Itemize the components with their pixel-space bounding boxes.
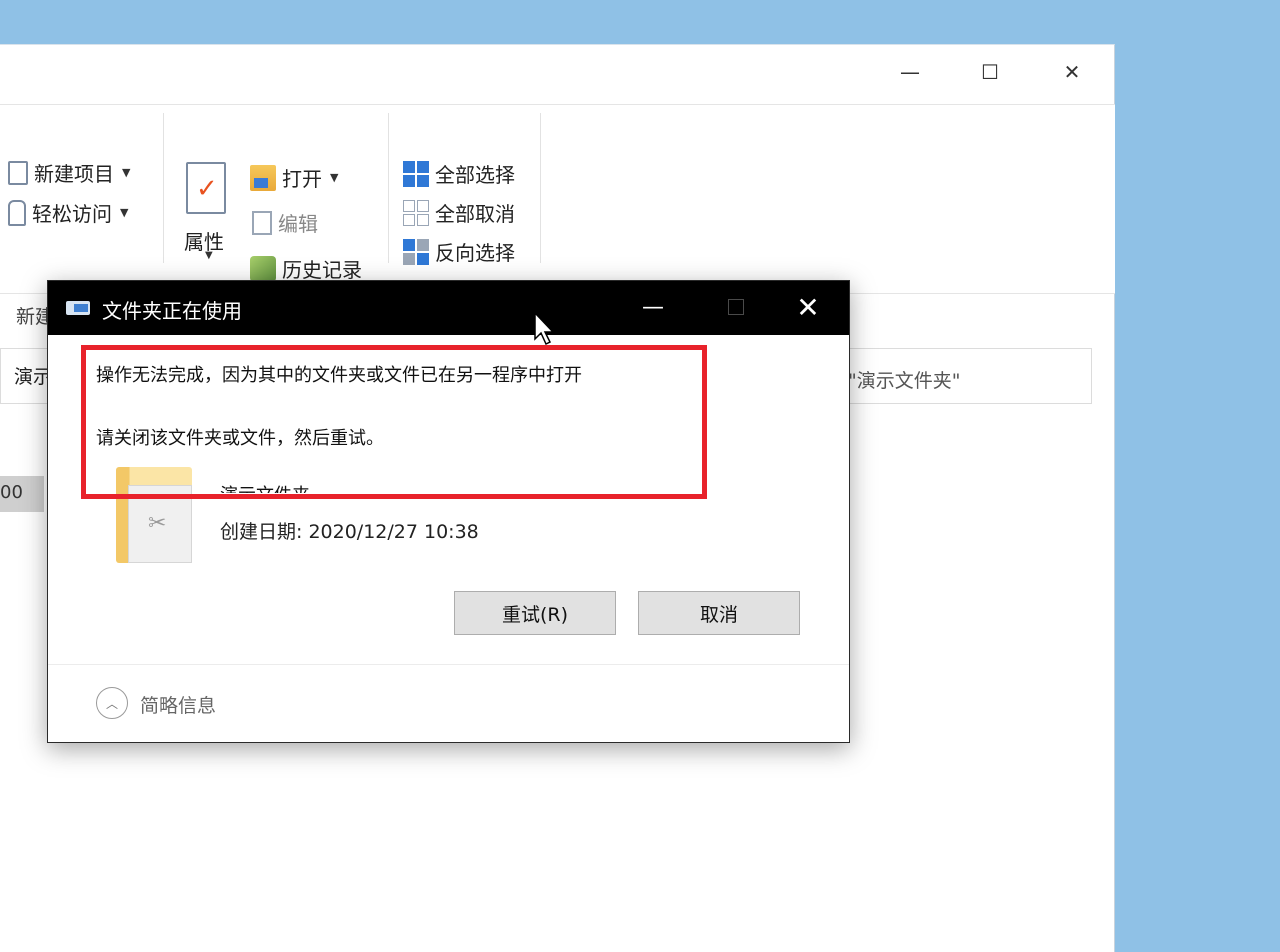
dialog-maximize-button — [711, 287, 761, 327]
history-button[interactable]: 历史记录 — [250, 254, 362, 283]
details-toggle-label[interactable]: 简略信息 — [140, 691, 216, 718]
maximize-icon — [728, 299, 744, 315]
properties-icon[interactable] — [186, 162, 226, 214]
explorer-minimize-button[interactable]: — — [870, 57, 950, 87]
file-explorer-icon — [66, 301, 90, 315]
ribbon — [0, 104, 1115, 294]
explorer-close-button[interactable]: ✕ — [1032, 57, 1112, 87]
annotation-highlight-box — [81, 345, 707, 499]
new-item-button[interactable]: 新建项目 ▼ — [8, 158, 130, 187]
open-button[interactable]: 打开 ▼ — [250, 163, 338, 192]
open-label: 打开 — [282, 167, 322, 191]
chevron-down-icon: ▼ — [330, 171, 339, 184]
edit-button[interactable]: 编辑 — [252, 208, 318, 237]
dialog-titlebar[interactable]: 文件夹正在使用 — ✕ — [48, 281, 849, 335]
new-item-label: 新建项目 — [34, 162, 114, 186]
edit-icon — [252, 210, 272, 235]
select-none-icon — [403, 199, 429, 226]
select-all-button[interactable]: 全部选择 — [403, 159, 515, 188]
easy-access-label: 轻松访问 — [32, 202, 112, 226]
properties-button[interactable]: 属性 — [184, 226, 224, 255]
dialog-close-button[interactable]: ✕ — [783, 287, 833, 327]
invert-selection-button[interactable]: 反向选择 — [403, 237, 515, 266]
chevron-up-icon[interactable]: ︿ — [96, 687, 128, 719]
ribbon-separator — [540, 113, 541, 263]
select-all-icon — [403, 160, 429, 187]
easy-access-icon — [8, 199, 26, 226]
select-all-label: 全部选择 — [435, 163, 515, 187]
chevron-down-icon[interactable]: ▼ — [205, 250, 213, 261]
search-input[interactable]: "演示文件夹" — [848, 366, 960, 393]
explorer-maximize-button[interactable]: ☐ — [950, 57, 1030, 87]
ribbon-separator — [163, 113, 164, 263]
select-none-button[interactable]: 全部取消 — [403, 198, 515, 227]
chevron-down-icon: ▼ — [120, 206, 129, 219]
chevron-down-icon: ▼ — [122, 166, 131, 179]
file-created-date: 创建日期: 2020/12/27 10:38 — [220, 521, 479, 543]
dialog-title: 文件夹正在使用 — [102, 299, 242, 323]
invert-selection-label: 反向选择 — [435, 241, 515, 265]
select-none-label: 全部取消 — [435, 202, 515, 226]
ribbon-separator — [388, 113, 389, 263]
folder-in-use-dialog: 文件夹正在使用 — ✕ 操作无法完成，因为其中的文件夹或文件已在另一程序中打开 … — [47, 280, 850, 743]
invert-selection-icon — [403, 238, 429, 265]
easy-access-button[interactable]: 轻松访问 ▼ — [8, 198, 128, 227]
history-label: 历史记录 — [282, 258, 362, 282]
new-item-icon — [8, 160, 28, 185]
file-list-row[interactable]: 00 — [0, 476, 44, 512]
retry-button[interactable]: 重试(R) — [454, 591, 616, 635]
edit-label: 编辑 — [278, 212, 318, 236]
dialog-minimize-button[interactable]: — — [628, 287, 678, 327]
cancel-button[interactable]: 取消 — [638, 591, 800, 635]
open-folder-icon — [250, 164, 276, 191]
history-icon — [250, 255, 276, 282]
